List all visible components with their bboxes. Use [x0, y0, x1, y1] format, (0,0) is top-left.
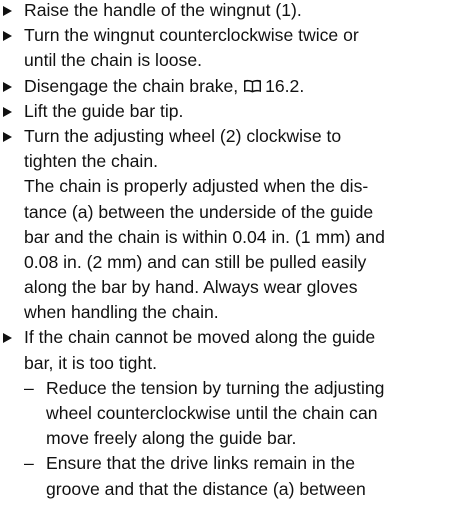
- instruction-list: Raise the handle of the wingnut (1). Tur…: [0, 0, 467, 502]
- step-2-line-1: Turn the wingnut counterclockwise twice …: [24, 25, 359, 46]
- bullet-arrow-icon: [3, 106, 12, 117]
- step-6-line-2: bar, it is too tight.: [24, 352, 158, 373]
- step-1: Raise the handle of the wingnut (1).: [0, 0, 467, 23]
- step-2-line-2: until the chain is loose.: [24, 50, 202, 71]
- bullet-arrow-icon: [3, 31, 12, 42]
- step-4: Lift the guide bar tip.: [0, 99, 467, 124]
- step-1-line-1: Raise the handle of the wingnut (1).: [24, 0, 302, 20]
- sub-item-2-line-2: groove and that the distance (a) between: [46, 478, 366, 499]
- bullet-arrow-icon: [3, 6, 12, 16]
- bullet-arrow-icon: [3, 131, 12, 142]
- sub-item-1-line-2: wheel counterclockwise until the chain c…: [46, 403, 378, 423]
- step-3: Disengage the chain brake, 16.2.: [0, 74, 467, 99]
- step-5-line-1: Turn the adjusting wheel (2) clockwise t…: [24, 125, 342, 146]
- bullet-arrow-icon: [3, 81, 12, 92]
- step-6: If the chain cannot be moved along the g…: [0, 325, 467, 350]
- step-6-line-1: If the chain cannot be moved along the g…: [24, 327, 376, 348]
- sub-item-1: – Reduce the tension by turning the adju…: [0, 376, 467, 401]
- dash-marker: –: [24, 377, 34, 398]
- step-5-note-line-4: 0.08 in. (2 mm) and can still be pulled …: [24, 251, 367, 272]
- step-5: Turn the adjusting wheel (2) clockwise t…: [0, 124, 467, 149]
- bullet-arrow-icon: [3, 333, 12, 344]
- step-5-line-2: tighten the chain.: [24, 151, 159, 172]
- step-4-line-1: Lift the guide bar tip.: [24, 100, 184, 121]
- step-5-note-line-3: bar and the chain is within 0.04 in. (1 …: [24, 226, 385, 247]
- step-5-note-line-5: along the bar by hand. Always wear glove…: [24, 277, 358, 298]
- step-3-text: Disengage the chain brake,: [24, 75, 244, 96]
- sub-item-2: – Ensure that the drive links remain in …: [0, 451, 467, 476]
- book-icon: [244, 79, 262, 93]
- section-reference: 16.2.: [265, 75, 305, 96]
- sub-item-1-line-1: Reduce the tension by turning the adjust…: [46, 377, 385, 398]
- step-5-note-line-1: The chain is properly adjusted when the …: [24, 176, 369, 197]
- dash-marker: –: [24, 453, 34, 474]
- sub-item-2-line-1: Ensure that the drive links remain in th…: [46, 453, 356, 474]
- sub-item-1-line-3: move freely along the guide bar.: [46, 428, 297, 449]
- step-2: Turn the wingnut counterclockwise twice …: [0, 23, 467, 48]
- step-5-note-line-2: tance (a) between the underside of the g…: [24, 201, 374, 222]
- step-5-note-line-6: when handling the chain.: [24, 302, 219, 323]
